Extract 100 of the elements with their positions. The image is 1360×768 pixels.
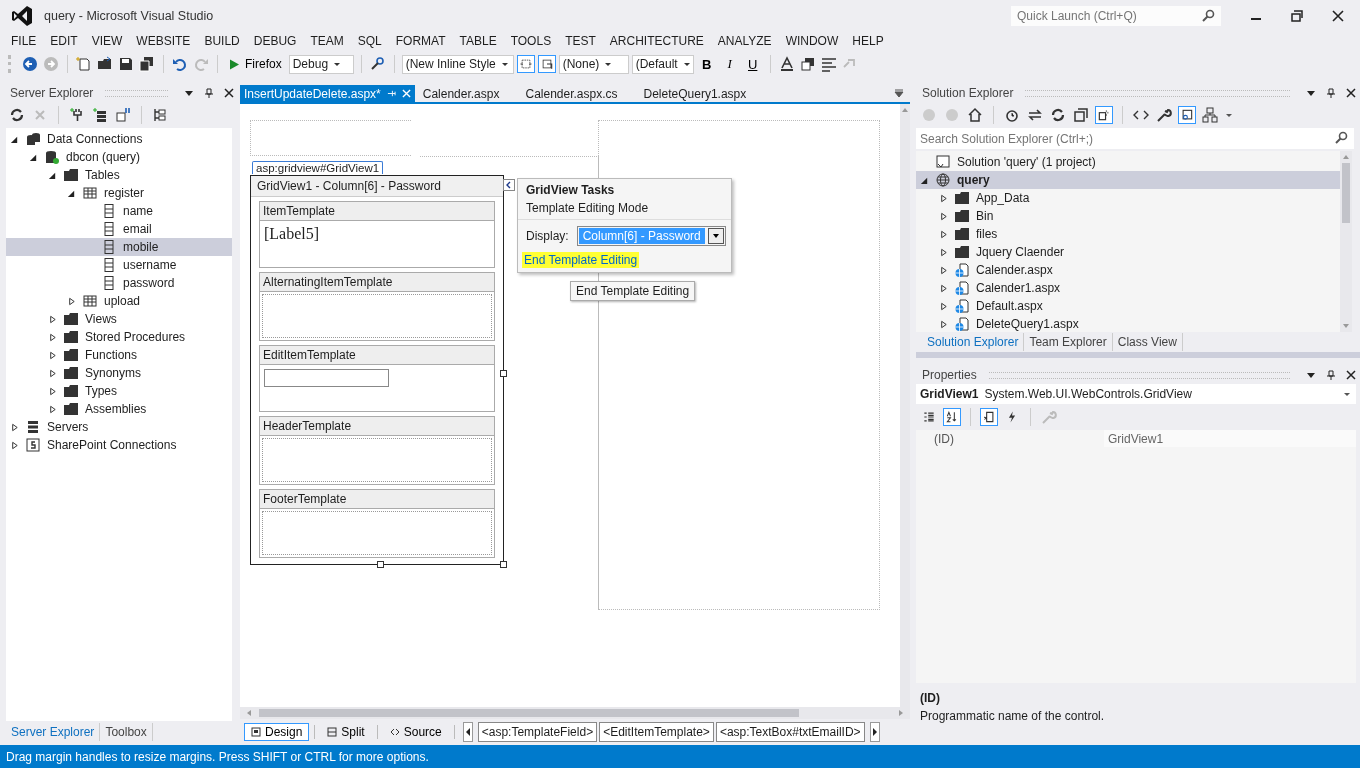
expand-icon[interactable] (939, 211, 948, 221)
pin-icon[interactable] (1326, 88, 1336, 98)
tree-item[interactable]: password (6, 274, 232, 292)
menu-item[interactable]: DEBUG (246, 34, 304, 48)
scroll-right-icon[interactable] (869, 722, 880, 742)
expand-icon[interactable] (10, 422, 19, 432)
tree-item[interactable]: mobile (6, 238, 232, 256)
format-button[interactable]: I (719, 54, 740, 74)
back-icon[interactable] (21, 55, 39, 73)
view-tab[interactable]: Split (320, 723, 372, 741)
expand-icon[interactable] (48, 350, 57, 360)
close-icon[interactable] (224, 88, 234, 98)
document-tab[interactable]: DeleteQuery1.aspx (639, 85, 751, 102)
view-tab[interactable]: Source (382, 723, 449, 741)
tree-item[interactable]: Calender1.aspx (916, 279, 1340, 297)
panel-tab[interactable]: Team Explorer (1024, 333, 1113, 351)
menu-item[interactable]: ANALYZE (710, 34, 779, 48)
collapse-icon[interactable] (48, 170, 57, 180)
pin-icon[interactable] (204, 88, 214, 98)
add-server-icon[interactable] (91, 106, 109, 124)
expand-icon[interactable] (48, 386, 57, 396)
highlight-icon[interactable] (798, 55, 817, 73)
menu-item[interactable]: ARCHITECTURE (602, 34, 711, 48)
collapse-icon[interactable] (67, 188, 76, 198)
close-icon[interactable] (1346, 370, 1356, 380)
element-outline-icon[interactable] (516, 55, 535, 73)
show-all-files-icon[interactable] (1095, 106, 1113, 124)
tree-item[interactable]: Solution 'query' (1 project) (916, 153, 1340, 171)
tree-item[interactable]: Views (6, 310, 232, 328)
menu-item[interactable]: TOOLS (503, 34, 559, 48)
expand-icon[interactable] (48, 368, 57, 378)
menu-item[interactable]: FORMAT (388, 34, 453, 48)
resize-handle[interactable] (500, 561, 507, 568)
menu-item[interactable]: TABLE (452, 34, 504, 48)
tree-item[interactable]: Types (6, 382, 232, 400)
template-area[interactable] (262, 438, 492, 482)
template-area[interactable] (262, 511, 492, 555)
menu-item[interactable]: EDIT (43, 34, 85, 48)
collapse-icon[interactable] (10, 134, 19, 144)
expand-icon[interactable] (10, 440, 19, 450)
tree-item[interactable]: Default.aspx (916, 297, 1340, 315)
tree-item[interactable]: SharePoint Connections (6, 436, 232, 454)
expand-icon[interactable] (48, 404, 57, 414)
expand-icon[interactable] (67, 296, 76, 306)
tag-breadcrumb[interactable]: <asp:TemplateField> (477, 722, 598, 742)
scrollbar[interactable] (900, 104, 910, 707)
menu-item[interactable]: HELP (845, 34, 891, 48)
style-dropdown[interactable]: (New Inline Style (401, 54, 514, 74)
expand-icon[interactable] (939, 229, 948, 239)
expand-icon[interactable] (48, 314, 57, 324)
tree-item[interactable]: Jquery Claender (916, 243, 1340, 261)
scroll-left-icon[interactable] (462, 722, 473, 742)
scrollbar[interactable] (1340, 151, 1352, 332)
grip-handle[interactable] (105, 89, 168, 97)
home-icon[interactable] (966, 106, 984, 124)
format-button[interactable]: U (742, 54, 763, 74)
collapse-icon[interactable] (29, 152, 38, 162)
tree-item[interactable]: Bin (916, 207, 1340, 225)
panel-tab[interactable]: Solution Explorer (922, 333, 1025, 351)
search-field[interactable]: Search Solution Explorer (Ctrl+;) (916, 128, 1354, 149)
expand-icon[interactable] (48, 332, 57, 342)
menu-item[interactable]: TEST (558, 34, 603, 48)
scrollbar[interactable] (240, 707, 910, 719)
refresh-icon[interactable] (8, 106, 26, 124)
tree-item[interactable]: username (6, 256, 232, 274)
class-diagram-icon[interactable] (1201, 106, 1219, 124)
label-control[interactable]: [Label5] (264, 225, 320, 242)
close-icon[interactable] (1346, 88, 1356, 98)
expand-icon[interactable] (939, 247, 948, 257)
menu-item[interactable]: BUILD (197, 34, 247, 48)
tree-item[interactable]: register (6, 184, 232, 202)
save-all-icon[interactable] (138, 55, 156, 73)
sharepoint-plug-icon[interactable] (114, 106, 132, 124)
end-template-editing-link[interactable]: End Template Editing (522, 252, 640, 268)
tree-item[interactable]: DeleteQuery1.aspx (916, 315, 1340, 332)
tree-item[interactable]: App_Data (916, 189, 1340, 207)
restore-icon[interactable] (1290, 9, 1304, 23)
run-button[interactable]: Firefox (225, 57, 286, 71)
quick-launch-field[interactable]: Quick Launch (Ctrl+Q) (1011, 6, 1221, 26)
document-tab[interactable]: Calender.aspx.cs (521, 85, 622, 102)
object-selector[interactable]: GridView1 System.Web.UI.WebControls.GridView (916, 384, 1356, 404)
resize-handle[interactable] (377, 561, 384, 568)
dropdown-icon[interactable] (1306, 370, 1316, 380)
tree-item[interactable]: email (6, 220, 232, 238)
view-tab[interactable]: Design (244, 723, 310, 741)
menu-item[interactable]: TEAM (303, 34, 351, 48)
refresh-icon[interactable] (1049, 106, 1067, 124)
property-value[interactable]: GridView1 (1104, 430, 1356, 447)
document-tab[interactable]: Calender.aspx (418, 85, 504, 102)
expand-icon[interactable] (939, 265, 948, 275)
panel-tab[interactable]: Server Explorer (6, 723, 101, 741)
gridview-control[interactable]: GridView1 - Column[6] - Password ItemTemplate [Label5] AlternatingItemTemplate EditItemTemplate HeaderTemplate FooterTemplate (250, 175, 504, 565)
expand-icon[interactable] (939, 193, 948, 203)
tag-breadcrumb[interactable]: <asp:TextBox#txtEmailID> (715, 722, 865, 742)
tree-item[interactable]: upload (6, 292, 232, 310)
tree-item[interactable]: name (6, 202, 232, 220)
tab-list-icon[interactable] (894, 88, 904, 98)
position-icon[interactable] (537, 55, 556, 73)
dropdown-icon[interactable] (1306, 88, 1316, 98)
properties-icon[interactable] (980, 408, 998, 426)
